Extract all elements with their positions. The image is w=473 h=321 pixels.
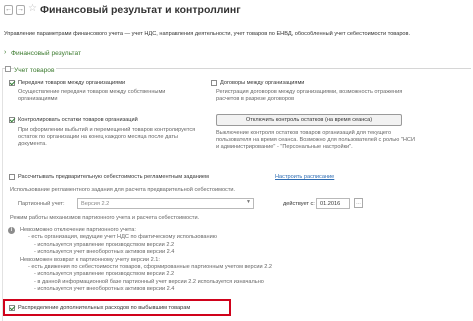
control-stock-checkbox[interactable]: [9, 117, 15, 123]
batch-version-value: Версия 2.2: [81, 201, 110, 207]
additional-costs-checkbox[interactable]: [9, 305, 15, 311]
group-collapse-icon[interactable]: [5, 66, 11, 72]
group-title: Учет товаров: [14, 67, 57, 74]
additional-costs-label[interactable]: Распределение дополнительных расходов по…: [18, 305, 190, 312]
info-icon: i: [8, 227, 15, 234]
contracts-checkbox[interactable]: [211, 80, 217, 86]
contracts-description: Регистрация договоров между организациям…: [216, 89, 403, 102]
header-bar: ← → ☆ Финансовый результат и контроллинг: [0, 0, 473, 22]
batch-accounting-label: Партионный учет:: [18, 201, 65, 207]
info-line: - в данной информационной базе партионны…: [34, 278, 264, 285]
info-line: - используется учет внеоборотных активов…: [34, 249, 175, 256]
effective-from-label: действует с:: [283, 201, 315, 207]
contracts-label[interactable]: Договоры между организациями: [220, 80, 304, 87]
favorite-star-icon[interactable]: ☆: [28, 3, 37, 14]
batch-version-select[interactable]: Версия 2.2: [77, 198, 254, 209]
transfer-goods-label[interactable]: Передачи товаров между организациями: [18, 80, 125, 87]
section-collapse-icon[interactable]: ›: [4, 49, 6, 56]
preliminary-cost-description: Использование регламентного задания для …: [10, 187, 236, 193]
dropdown-arrow-icon[interactable]: ▼: [246, 199, 251, 205]
disable-control-button[interactable]: Отключить контроль остатков (на время се…: [216, 114, 402, 126]
transfer-goods-description: Осуществление передачи товаров между соб…: [18, 89, 166, 102]
info-line: - используется учет внеоборотных активов…: [34, 286, 175, 293]
schedule-link[interactable]: Настроить расписание: [275, 174, 334, 181]
intro-text: Управление параметрами финансового учета…: [4, 31, 411, 37]
back-arrow-icon[interactable]: ←: [4, 5, 13, 15]
effective-date-value: 01.2016: [320, 201, 341, 207]
info-line: Невозможно отключение партионного учета:: [20, 227, 136, 233]
preliminary-cost-label[interactable]: Рассчитывать предварительную себестоимос…: [18, 174, 209, 181]
page-title: Финансовый результат и контроллинг: [40, 4, 241, 16]
section-title[interactable]: Финансовый результат: [11, 50, 81, 57]
disable-control-description: Выключение контроля остатков товаров орг…: [216, 130, 415, 150]
preliminary-cost-checkbox[interactable]: [9, 174, 15, 180]
info-line: - используется управление производством …: [34, 271, 175, 278]
info-line: - используется управление производством …: [34, 241, 175, 248]
info-line: - есть движения по себестоимости товаров…: [28, 264, 272, 271]
control-stock-description: При оформлении выбытий и перемещений тов…: [18, 127, 196, 147]
batch-accounting-description: Режим работы механизмов партионного учет…: [10, 215, 200, 221]
info-line: Невозможен возврат к партионному учету в…: [20, 256, 160, 263]
forward-arrow-icon[interactable]: →: [16, 5, 25, 15]
transfer-goods-checkbox[interactable]: [9, 80, 15, 86]
info-line: - есть организация, ведущие учет НДС по …: [28, 234, 217, 241]
date-picker-icon[interactable]: …: [354, 198, 363, 208]
control-stock-label[interactable]: Контролировать остатки товаров организац…: [18, 117, 138, 124]
info-list: Невозможно отключение партионного учета:…: [20, 227, 272, 294]
effective-date-field[interactable]: 01.2016: [316, 198, 350, 209]
